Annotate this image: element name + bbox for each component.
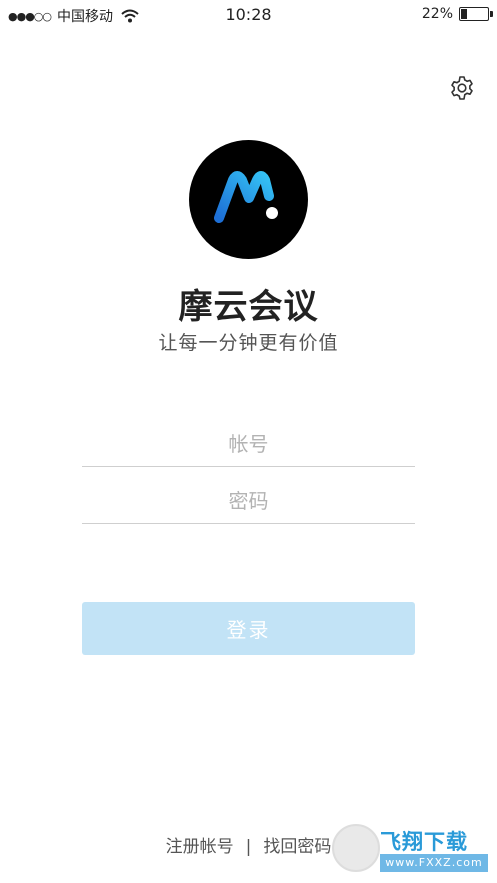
app-slogan: 让每一分钟更有价值 [158, 332, 339, 354]
footer-separator: | [245, 837, 252, 857]
login-button[interactable]: 登录 [82, 602, 415, 655]
watermark-title: 飞翔下载 [380, 830, 468, 854]
register-link[interactable]: 注册帐号 [166, 837, 234, 857]
battery-fill [461, 9, 467, 19]
watermark: 飞翔下载 www.FXXZ.com [332, 822, 490, 878]
battery-icon [459, 7, 493, 21]
recover-password-link[interactable]: 找回密码 [263, 837, 331, 857]
m-logo-icon [214, 171, 278, 223]
account-input[interactable] [82, 422, 415, 467]
gear-icon [451, 76, 473, 100]
status-bar: ●●●○○ 中国移动 10:28 22% [0, 0, 497, 28]
watermark-logo [332, 824, 380, 872]
app-title: 摩云会议 [178, 287, 319, 327]
app-logo [189, 140, 308, 259]
password-input[interactable] [82, 479, 415, 524]
settings-button[interactable] [449, 75, 475, 101]
status-right: 22% [421, 6, 493, 22]
battery-percent: 22% [421, 6, 453, 22]
watermark-url: www.FXXZ.com [380, 854, 488, 872]
